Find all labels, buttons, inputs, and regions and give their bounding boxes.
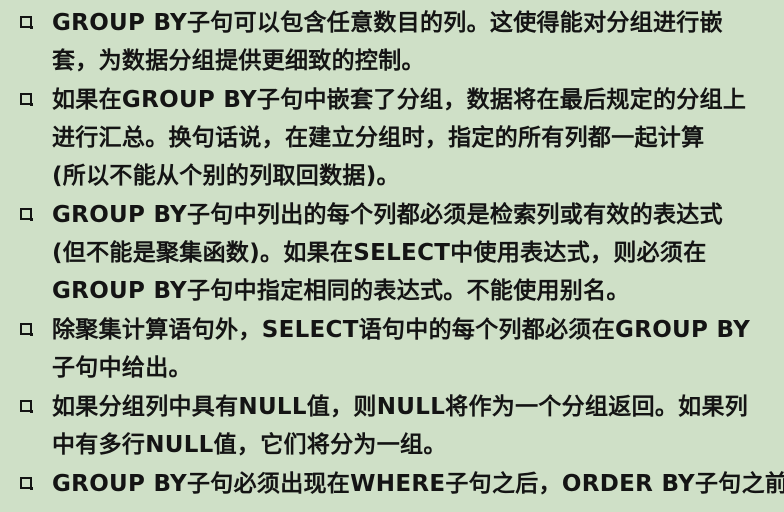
text-line: 如果分组列中具有NULL值，则NULL将作为一个分组返回。如果列: [52, 394, 749, 420]
text-line: 进行汇总。换句话说，在建立分组时，指定的所有列都一起计算: [52, 125, 705, 151]
text-line: 子句中给出。: [52, 355, 192, 381]
list-item: 如果在GROUP BY子句中嵌套了分组，数据将在最后规定的分组上 进行汇总。换句…: [20, 81, 770, 195]
text-line: 如果在GROUP BY子句中嵌套了分组，数据将在最后规定的分组上: [52, 87, 747, 113]
checkbox-bullet-icon: [20, 208, 33, 221]
list-item: 如果分组列中具有NULL值，则NULL将作为一个分组返回。如果列 中有多行NUL…: [20, 388, 770, 464]
checkbox-bullet-icon: [20, 477, 33, 490]
text-line: 中有多行NULL值，它们将分为一组。: [52, 432, 447, 458]
list-item: GROUP BY子句必须出现在WHERE子句之后，ORDER BY子句之前。: [20, 465, 784, 503]
text-line: 除聚集计算语句外，SELECT语句中的每个列都必须在GROUP BY: [52, 317, 751, 343]
checkbox-bullet-icon: [20, 323, 33, 336]
list-item: GROUP BY子句可以包含任意数目的列。这使得能对分组进行嵌 套，为数据分组提…: [20, 4, 770, 80]
text-line: GROUP BY子句中列出的每个列都必须是检索列或有效的表达式: [52, 202, 723, 228]
text-line: GROUP BY子句中指定相同的表达式。不能使用别名。: [52, 278, 630, 304]
checkbox-bullet-icon: [20, 93, 33, 106]
checkbox-bullet-icon: [20, 400, 33, 413]
text-line: (但不能是聚集函数)。如果在SELECT中使用表达式，则必须在: [52, 240, 707, 266]
text-line: GROUP BY子句可以包含任意数目的列。这使得能对分组进行嵌: [52, 10, 723, 36]
checkbox-bullet-icon: [20, 16, 33, 29]
text-line: (所以不能从个别的列取回数据)。: [52, 163, 400, 189]
document-page: GROUP BY子句可以包含任意数目的列。这使得能对分组进行嵌 套，为数据分组提…: [0, 0, 784, 512]
list-item: GROUP BY子句中列出的每个列都必须是检索列或有效的表达式 (但不能是聚集函…: [20, 196, 770, 310]
text-line: GROUP BY子句必须出现在WHERE子句之后，ORDER BY子句之前。: [52, 471, 784, 497]
list-item: 除聚集计算语句外，SELECT语句中的每个列都必须在GROUP BY 子句中给出…: [20, 311, 770, 387]
text-line: 套，为数据分组提供更细致的控制。: [52, 48, 425, 74]
